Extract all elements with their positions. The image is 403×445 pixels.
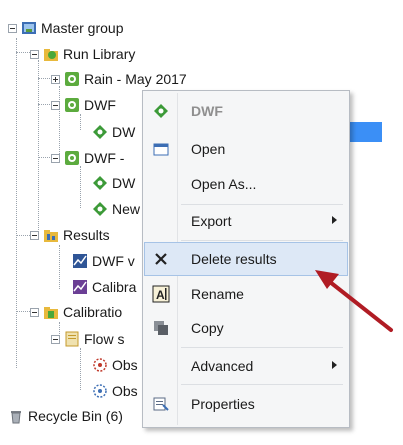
- annotation-arrow-icon: [315, 270, 393, 332]
